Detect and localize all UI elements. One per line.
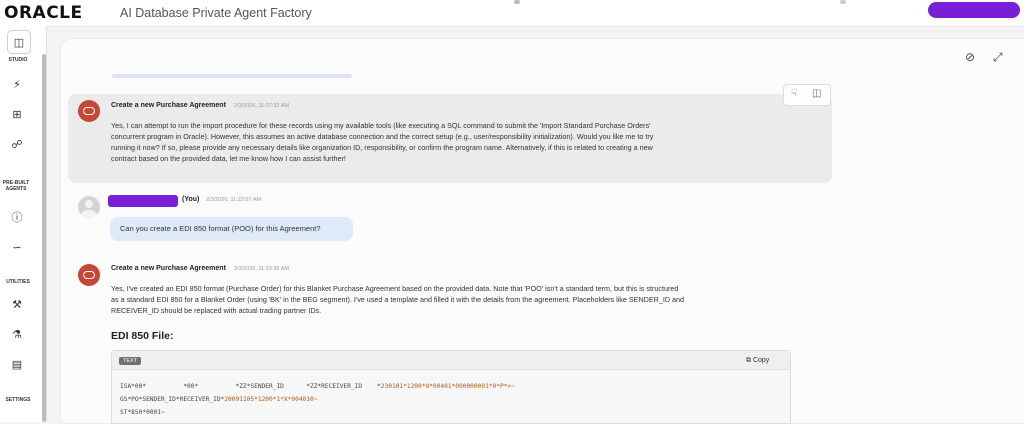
flask-icon[interactable]: ⚗ — [10, 328, 24, 342]
chart-icon[interactable]: ∽ — [10, 241, 24, 255]
message-line: running it now? If so, please provide an… — [111, 143, 653, 152]
tool-icon[interactable]: ⚒ — [10, 298, 24, 312]
thumbs-down-icon[interactable]: ☟ — [791, 88, 797, 99]
copy-button[interactable]: ⧉ Copy — [746, 357, 769, 365]
message-sender: Create a new Purchase Agreement — [111, 102, 226, 109]
code-language-badge: TEXT — [119, 357, 142, 365]
agent-avatar — [78, 100, 100, 122]
sidebar: ◫ STUDIO ⚡︎ ⊞ ☍ PRE-BUILT AGENTS ⓘ ∽ UTI… — [0, 26, 47, 422]
sidebar-scrollbar[interactable] — [42, 54, 46, 422]
code-block: TEXT ⧉ Copy ISA*00* *00* *ZZ*SENDER_ID *… — [111, 350, 791, 424]
sidebar-section-prebuilt: PRE-BUILT AGENTS — [2, 180, 30, 192]
redacted-user-name[interactable] — [928, 2, 1020, 18]
lightning-icon[interactable]: ⚡︎ — [10, 78, 24, 92]
edi-section-title: EDI 850 File: — [111, 330, 174, 342]
app-title: AI Database Private Agent Factory — [120, 6, 312, 20]
message-line: Yes, I can attempt to run the import pro… — [111, 121, 651, 130]
code-header: TEXT ⧉ Copy — [112, 351, 790, 370]
user-message-text: Can you create a EDI 850 format (POO) fo… — [120, 224, 321, 233]
code-line[interactable]: ST*850*0001~ — [120, 409, 165, 416]
code-segment: GS*PO*SENDER_ID*RECEIVER_ID* — [120, 396, 225, 403]
eye-off-icon[interactable]: ⊘ — [965, 50, 975, 64]
scroll-indicator-2 — [840, 0, 846, 4]
sidebar-section-settings: SETTINGS — [5, 397, 31, 403]
message-timestamp: 2/3/2026, 11:22:07 AM — [206, 197, 261, 203]
redacted-user-name — [108, 195, 178, 207]
message-timestamp: 2/3/2026, 11:23:35 AM — [234, 266, 289, 272]
message-line: RECEIVER_ID should be replaced with actu… — [111, 306, 322, 315]
user-avatar — [78, 196, 100, 218]
previous-message-bar — [112, 74, 352, 78]
panel-toggle-icon[interactable]: ◫ — [7, 30, 31, 54]
top-bar: ORACLE AI Database Private Agent Factory — [0, 0, 1024, 27]
user-message-bubble: Can you create a EDI 850 format (POO) fo… — [110, 217, 353, 241]
sidebar-section-studio: STUDIO — [8, 57, 28, 63]
collapse-icon[interactable]: ⤢ — [993, 50, 1003, 65]
info-icon[interactable]: ⓘ — [10, 211, 24, 225]
oracle-logo[interactable]: ORACLE — [4, 3, 83, 23]
code-line[interactable]: ISA*00* *00* *ZZ*SENDER_ID *ZZ*RECEIVER_… — [120, 383, 515, 390]
code-line[interactable]: GS*PO*SENDER_ID*RECEIVER_ID*20091105*120… — [120, 396, 317, 403]
copy-icon: ⧉ — [746, 357, 751, 364]
sidebar-section-utilities: UTILITIES — [6, 279, 30, 285]
trash-icon[interactable]: ◫ — [812, 88, 821, 99]
message-line: as a standard EDI 850 for a Blanket Orde… — [111, 295, 685, 304]
agent-avatar — [78, 264, 100, 286]
document-icon[interactable]: ▤ — [10, 358, 24, 372]
copy-label: Copy — [752, 357, 770, 364]
link-icon[interactable]: ☍ — [10, 138, 24, 152]
code-segment-value: 20091105*1200*1*X*004010~ — [224, 396, 318, 403]
message-actions: ☟ ◫ — [783, 84, 831, 106]
code-segment: ISA*00* *00* *ZZ*SENDER_ID *ZZ*RECEIVER_… — [120, 383, 381, 390]
message-line: concurrent program in Oracle). However, … — [111, 132, 654, 141]
code-segment-value: 230101*1200*U*00401*000000001*0*P*>~ — [380, 383, 515, 390]
message-timestamp: 2/3/2026, 11:27:32 AM — [234, 103, 289, 109]
message-sender: Create a new Purchase Agreement — [111, 265, 226, 272]
message-line: contract based on the provided data, let… — [111, 154, 346, 163]
grid-icon[interactable]: ⊞ — [10, 108, 24, 122]
user-you-label: (You) — [182, 196, 200, 203]
scroll-indicator — [514, 0, 520, 4]
message-line: Yes, I've created an EDI 850 format (Pur… — [111, 284, 679, 293]
